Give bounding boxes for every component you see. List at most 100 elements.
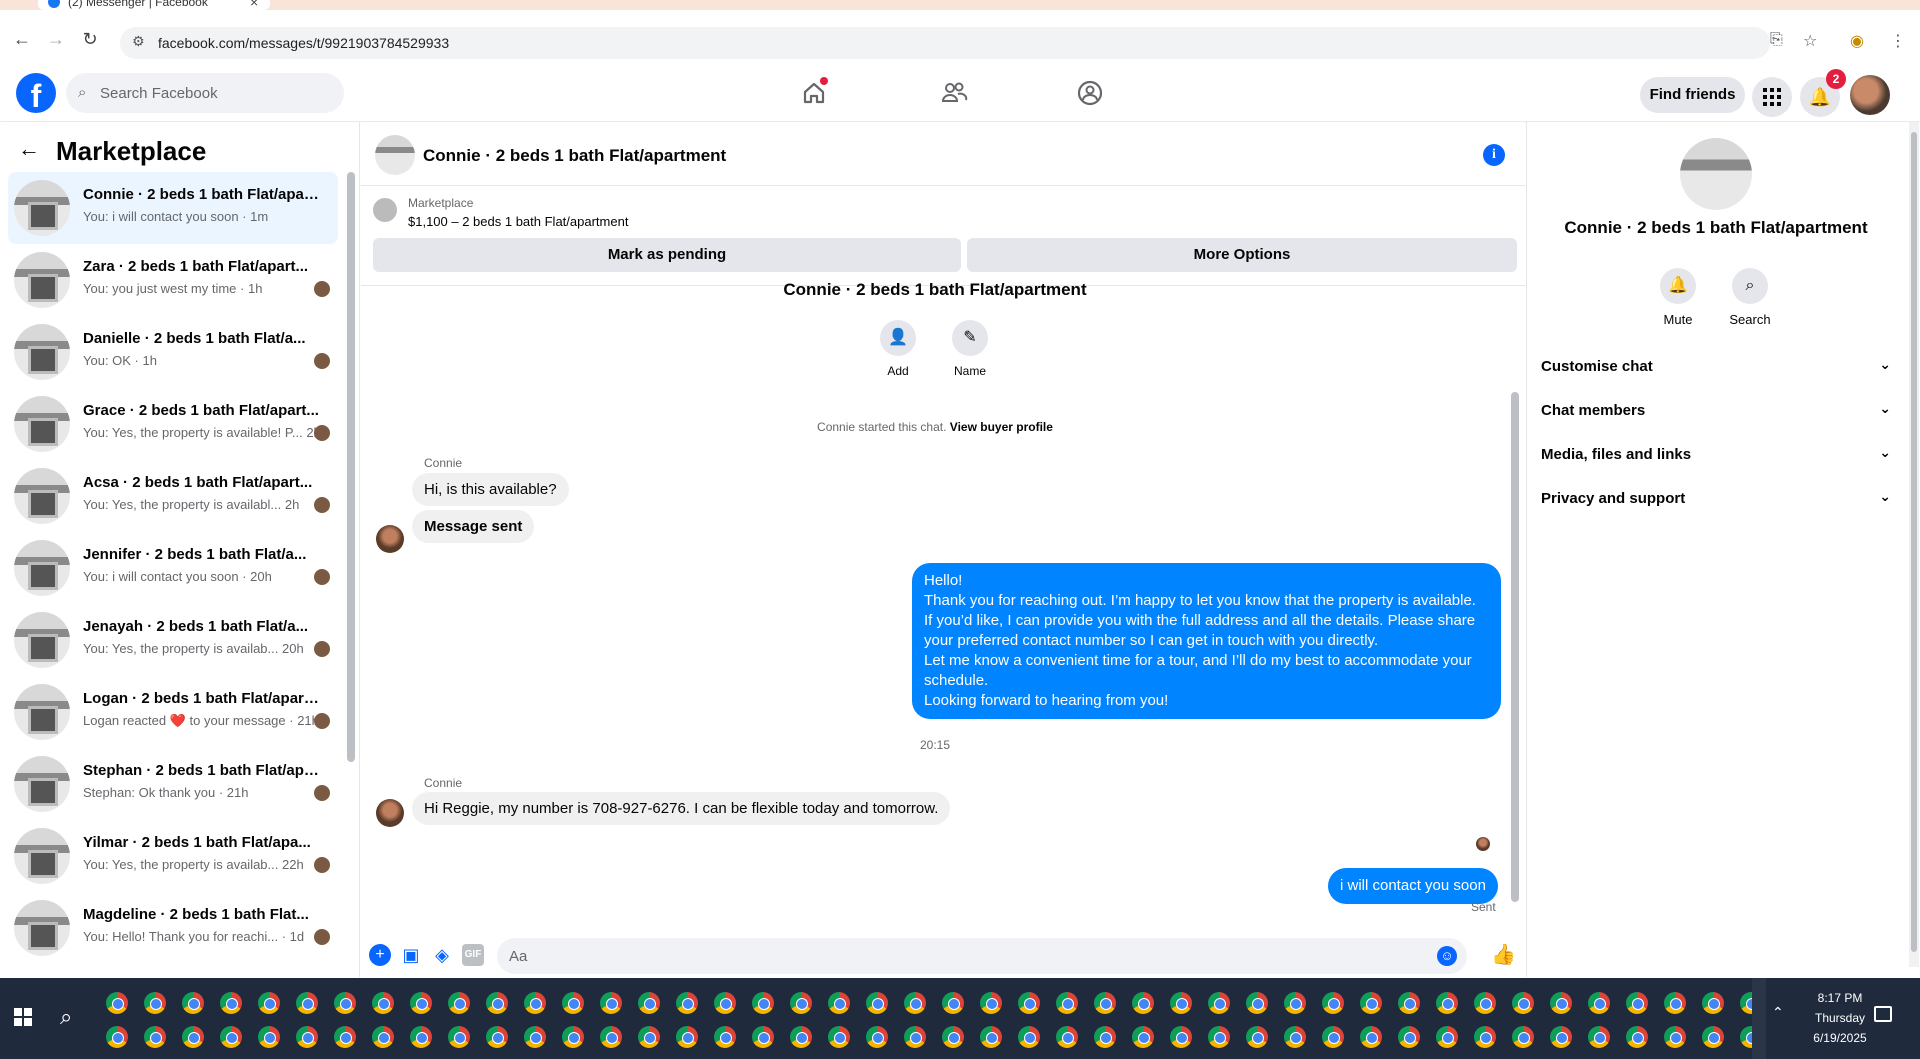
chat-scrollbar[interactable]: [1511, 392, 1519, 902]
chrome-taskbar-icon[interactable]: [1474, 992, 1496, 1014]
chrome-taskbar-icon[interactable]: [220, 1026, 242, 1048]
conversation-item[interactable]: Grace · 2 beds 1 bath Flat/apart... You: …: [8, 388, 338, 460]
sender-avatar[interactable]: [376, 799, 404, 827]
friends-icon[interactable]: [936, 75, 972, 111]
chrome-taskbar-icon[interactable]: [106, 1026, 128, 1048]
chrome-taskbar-icon[interactable]: [1474, 1026, 1496, 1048]
listing-price[interactable]: $1,100 – 2 beds 1 bath Flat/apartment: [408, 214, 628, 229]
chrome-taskbar-icon[interactable]: [1550, 1026, 1572, 1048]
browser-tab[interactable]: (2) Messenger | Facebook ×: [38, 0, 270, 10]
conversation-item[interactable]: Logan · 2 beds 1 bath Flat/apart... Logan…: [8, 676, 338, 748]
chrome-taskbar-icon[interactable]: [410, 992, 432, 1014]
taskbar-scroll[interactable]: [1752, 978, 1766, 1059]
chat-avatar[interactable]: [375, 135, 415, 175]
chrome-taskbar-icon[interactable]: [714, 992, 736, 1014]
gif-icon[interactable]: GIF: [462, 944, 484, 966]
chrome-taskbar-icon[interactable]: [1018, 1026, 1040, 1048]
account-avatar[interactable]: [1850, 75, 1890, 115]
chrome-taskbar-icon[interactable]: [1208, 992, 1230, 1014]
chrome-taskbar-icon[interactable]: [1626, 992, 1648, 1014]
browser-menu-icon[interactable]: ⋮: [1890, 31, 1906, 51]
section-chat-members[interactable]: Chat members ⌄: [1541, 392, 1891, 428]
facebook-logo-icon[interactable]: f: [16, 73, 56, 113]
incoming-message[interactable]: Hi, is this available?: [412, 473, 569, 506]
section-customise-chat[interactable]: Customise chat ⌄: [1541, 348, 1891, 384]
conversation-item[interactable]: Magdeline · 2 beds 1 bath Flat... You: He…: [8, 892, 338, 964]
chrome-taskbar-icon[interactable]: [866, 992, 888, 1014]
show-hidden-icons-icon[interactable]: ⌃: [1772, 1004, 1784, 1021]
chrome-taskbar-icon[interactable]: [1664, 992, 1686, 1014]
groups-icon[interactable]: [1072, 75, 1108, 111]
more-options-button[interactable]: More Options: [967, 238, 1517, 272]
section-privacy-support[interactable]: Privacy and support ⌄: [1541, 480, 1891, 516]
chrome-taskbar-icon[interactable]: [486, 992, 508, 1014]
listing-thumbnail[interactable]: [373, 198, 397, 222]
name-chat-button[interactable]: ✎ Name: [940, 320, 1000, 378]
chrome-taskbar-icon[interactable]: [942, 992, 964, 1014]
conversation-item[interactable]: Danielle · 2 beds 1 bath Flat/a... You: O…: [8, 316, 338, 388]
home-icon[interactable]: [796, 75, 832, 111]
chrome-taskbar-icon[interactable]: [638, 1026, 660, 1048]
chrome-taskbar-icon[interactable]: [372, 1026, 394, 1048]
chrome-taskbar-icon[interactable]: [1056, 1026, 1078, 1048]
site-info-icon[interactable]: ⚙: [132, 33, 145, 50]
chrome-taskbar-icon[interactable]: [1284, 992, 1306, 1014]
chrome-taskbar-icon[interactable]: [106, 992, 128, 1014]
message-input[interactable]: Aa ☺: [497, 938, 1467, 974]
chrome-taskbar-icon[interactable]: [790, 992, 812, 1014]
chrome-taskbar-icon[interactable]: [676, 1026, 698, 1048]
chrome-taskbar-icon[interactable]: [1132, 992, 1154, 1014]
chrome-taskbar-icon[interactable]: [1702, 992, 1724, 1014]
photo-icon[interactable]: ▣: [400, 944, 422, 966]
chrome-taskbar-icon[interactable]: [790, 1026, 812, 1048]
chrome-taskbar-icon[interactable]: [144, 992, 166, 1014]
chrome-taskbar-icon[interactable]: [600, 1026, 622, 1048]
chrome-taskbar-icon[interactable]: [1094, 992, 1116, 1014]
chrome-taskbar-icon[interactable]: [828, 1026, 850, 1048]
back-arrow-icon[interactable]: ←: [18, 136, 40, 162]
conversation-item[interactable]: Jenayah · 2 beds 1 bath Flat/a... You: Ye…: [8, 604, 338, 676]
chrome-taskbar-icon[interactable]: [334, 992, 356, 1014]
sticker-icon[interactable]: ◈: [431, 944, 453, 966]
search-in-chat-button[interactable]: ⌕ Search: [1720, 268, 1780, 327]
scrollbar-thumb[interactable]: [1911, 132, 1917, 952]
chrome-taskbar-icon[interactable]: [1208, 1026, 1230, 1048]
chrome-taskbar-icon[interactable]: [182, 1026, 204, 1048]
incoming-message[interactable]: Hi Reggie, my number is 708-927-6276. I …: [412, 792, 951, 825]
chrome-taskbar-icon[interactable]: [1512, 1026, 1534, 1048]
chrome-taskbar-icon[interactable]: [296, 1026, 318, 1048]
chrome-taskbar-icon[interactable]: [1550, 992, 1572, 1014]
chrome-taskbar-icon[interactable]: [980, 1026, 1002, 1048]
chrome-taskbar-icon[interactable]: [1626, 1026, 1648, 1048]
chrome-taskbar-icon[interactable]: [1094, 1026, 1116, 1048]
outgoing-message[interactable]: Hello! Thank you for reaching out. I’m ha…: [912, 563, 1501, 719]
facebook-search-input[interactable]: ⌕ Search Facebook: [66, 73, 344, 113]
conversation-item[interactable]: Acsa · 2 beds 1 bath Flat/apart... You: Y…: [8, 460, 338, 532]
chrome-taskbar-icon[interactable]: [410, 1026, 432, 1048]
chrome-taskbar-icon[interactable]: [1588, 992, 1610, 1014]
chrome-taskbar-icon[interactable]: [562, 1026, 584, 1048]
chat-title[interactable]: Connie · 2 beds 1 bath Flat/apartment: [423, 146, 726, 166]
chrome-taskbar-icon[interactable]: [1702, 1026, 1724, 1048]
chrome-taskbar-icon[interactable]: [524, 1026, 546, 1048]
outgoing-message[interactable]: i will contact you soon: [1328, 868, 1498, 904]
chrome-taskbar-icon[interactable]: [448, 1026, 470, 1048]
chrome-taskbar-icon[interactable]: [524, 992, 546, 1014]
chrome-taskbar-icon[interactable]: [1436, 1026, 1458, 1048]
sender-avatar[interactable]: [376, 525, 404, 553]
notification-center-icon[interactable]: [1874, 1006, 1892, 1022]
install-app-icon[interactable]: ⎘: [1770, 31, 1783, 49]
close-tab-icon[interactable]: ×: [250, 0, 258, 10]
chrome-taskbar-icon[interactable]: [220, 992, 242, 1014]
chrome-taskbar-icon[interactable]: [1588, 1026, 1610, 1048]
like-thumbs-up-icon[interactable]: 👍: [1491, 944, 1516, 966]
contact-avatar[interactable]: [1680, 138, 1752, 210]
chrome-taskbar-icon[interactable]: [144, 1026, 166, 1048]
chrome-taskbar-icon[interactable]: [1284, 1026, 1306, 1048]
add-people-button[interactable]: 👤 Add: [868, 320, 928, 378]
chrome-taskbar-icon[interactable]: [600, 992, 622, 1014]
chrome-taskbar-icon[interactable]: [1170, 1026, 1192, 1048]
chrome-taskbar-icon[interactable]: [1398, 1026, 1420, 1048]
info-icon[interactable]: i: [1483, 144, 1505, 166]
chrome-taskbar-icon[interactable]: [904, 992, 926, 1014]
